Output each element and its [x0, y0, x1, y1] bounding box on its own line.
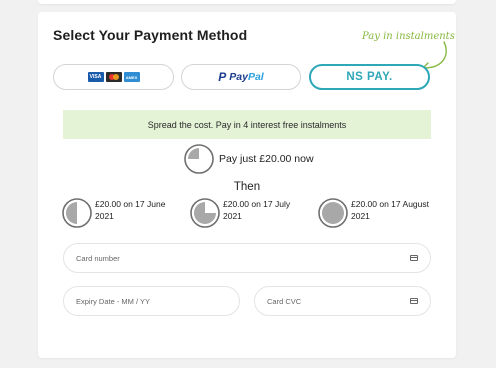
previous-card-edge — [38, 0, 456, 4]
paypal-logo: PayPal — [229, 71, 264, 83]
instalment-text: £20.00 on 17 August 2021 — [351, 199, 429, 221]
expiry-date-placeholder: Expiry Date - MM / YY — [76, 296, 151, 306]
pie-progress-icon — [184, 144, 214, 174]
instalment-text: £20.00 on 17 July 2021 — [223, 199, 291, 221]
visa-logo-icon: VISA — [87, 72, 104, 82]
card-cvc-placeholder: Card CVC — [267, 296, 302, 306]
instalment-item: £20.00 on 17 June 2021 — [62, 198, 173, 228]
ns-pay-logo: NS PAY. — [346, 71, 393, 83]
paypal-p-icon: P — [218, 70, 227, 84]
instalment-item: £20.00 on 17 July 2021 — [190, 198, 301, 228]
instalment-text: £20.00 on 17 June 2021 — [95, 199, 166, 221]
then-label: Then — [233, 181, 261, 193]
instalment-item: £20.00 on 17 August 2021 — [318, 198, 429, 228]
card-number-field[interactable]: Card number — [63, 243, 431, 273]
pay-now-text: Pay just £20.00 now — [219, 153, 314, 165]
pay-now-row: Pay just £20.00 now — [184, 144, 314, 174]
pie-progress-icon — [190, 198, 220, 228]
payment-method-card: Select Your Payment Method Pay in instal… — [38, 12, 456, 358]
ns-pay-button[interactable]: NS PAY. — [309, 64, 430, 90]
card-cvc-field[interactable]: Card CVC — [254, 286, 431, 316]
mastercard-logo-icon — [105, 72, 122, 82]
pie-progress-icon — [318, 198, 348, 228]
amex-logo-icon: AMEX — [123, 72, 140, 82]
instalment-banner: Spread the cost. Pay in 4 interest free … — [63, 110, 431, 139]
paypal-button[interactable]: P PayPal — [181, 64, 301, 90]
credit-card-icon — [410, 298, 418, 304]
pie-progress-icon — [62, 198, 92, 228]
card-number-placeholder: Card number — [76, 253, 120, 263]
credit-card-icon — [410, 255, 418, 261]
card-payment-button[interactable]: VISA AMEX — [53, 64, 174, 90]
expiry-date-field[interactable]: Expiry Date - MM / YY — [63, 286, 240, 316]
page-title: Select Your Payment Method — [53, 27, 248, 43]
